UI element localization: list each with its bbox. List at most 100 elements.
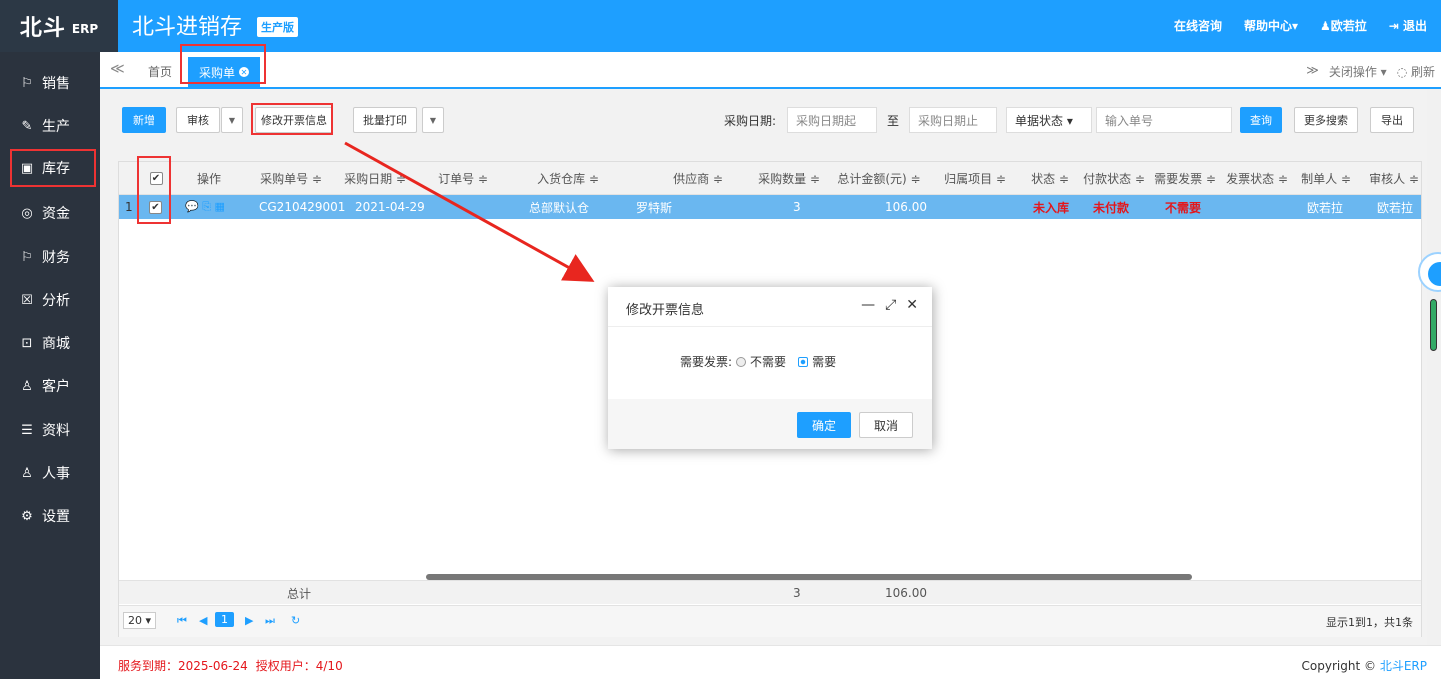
audit-dropdown-button[interactable]: ▼	[221, 107, 243, 133]
prev-page-icon[interactable]: ◀	[199, 614, 207, 627]
copyright: Copyright © 北斗ERP	[1302, 657, 1427, 674]
cell-auditor: 欧若拉	[1377, 200, 1414, 215]
sidebar-item-mall[interactable]: ⊡ 商城	[18, 330, 70, 356]
radio-need-invoice[interactable]	[798, 356, 809, 367]
top-links: 在线咨询 帮助中心▾ ♟欧若拉 ⇥ 退出	[1174, 17, 1427, 34]
online-consult-link[interactable]: 在线咨询	[1174, 17, 1222, 34]
col-auditor[interactable]: 审核人 ≑	[1367, 162, 1421, 195]
order-number-input[interactable]: 输入单号	[1096, 107, 1232, 133]
table-row[interactable]: 1 ✔ 💬 ⎘ ▦ CG210429001 2021-04-29 总部默认仓 罗…	[119, 195, 1421, 219]
audit-button[interactable]: 审核	[176, 107, 220, 133]
col-need-invoice[interactable]: 需要发票 ≑	[1151, 162, 1219, 195]
table-header: ✔ 操作 采购单号 ≑ 采购日期 ≑ 订单号 ≑ 入货仓库 ≑ 供应商 ≑ 采购…	[119, 162, 1421, 195]
current-page[interactable]: 1	[215, 612, 234, 627]
toolbar: 新增 审核 ▼ 修改开票信息 批量打印 ▼ 采购日期: 采购日期起 至 采购日期…	[100, 89, 1427, 149]
sidebar-item-data[interactable]: ☰ 资料	[18, 417, 70, 443]
batch-print-button[interactable]: 批量打印	[353, 107, 417, 133]
radio-no-invoice[interactable]	[736, 356, 747, 367]
sidebar-item-production[interactable]: ✎ 生产	[18, 113, 70, 139]
refresh-button[interactable]: ◌ 刷新	[1397, 63, 1435, 80]
confirm-button[interactable]: 确定	[797, 412, 851, 438]
sidebar-item-analysis[interactable]: ☒ 分析	[18, 287, 70, 313]
service-expiry: 服务到期：2025-06-24	[118, 659, 248, 673]
tab-bar: ≪ 首页 采购单 ✕ ≫ 关闭操作 ▾ ◌ 刷新	[100, 44, 1441, 89]
minimize-icon[interactable]: —	[861, 297, 875, 313]
sidebar-item-label: 人事	[42, 466, 70, 482]
scrollbar-thumb[interactable]	[1430, 299, 1437, 351]
cancel-button[interactable]: 取消	[859, 412, 913, 438]
dialog-title: 修改开票信息	[626, 303, 705, 318]
col-qty[interactable]: 采购数量 ≑	[749, 162, 829, 195]
radio-no-invoice-label[interactable]: 不需要	[750, 353, 786, 370]
row-action-icons[interactable]: 💬 ⎘ ▦	[185, 195, 225, 219]
col-order-no[interactable]: 采购单号 ≑	[249, 162, 333, 195]
sidebar-item-settings[interactable]: ⚙ 设置	[18, 503, 70, 529]
brand-link[interactable]: 北斗ERP	[1380, 659, 1427, 673]
page-size-select[interactable]: 20 ▾	[123, 612, 157, 629]
purchase-date-label: 采购日期:	[724, 114, 777, 128]
reload-icon[interactable]: ↻	[291, 614, 300, 627]
add-button[interactable]: 新增	[122, 107, 166, 133]
status-bar: 服务到期：2025-06-24 授权用户：4/10 Copyright © 北斗…	[100, 645, 1441, 679]
batch-print-dropdown-button[interactable]: ▼	[422, 107, 444, 133]
last-page-icon[interactable]: ⏭	[265, 614, 275, 628]
col-pay-status[interactable]: 付款状态 ≑	[1079, 162, 1149, 195]
first-page-icon[interactable]: ⏮	[177, 614, 187, 628]
edition-badge: 生产版	[257, 17, 298, 37]
export-button[interactable]: 导出	[1370, 107, 1414, 133]
col-supplier[interactable]: 供应商 ≑	[633, 162, 763, 195]
col-creator[interactable]: 制单人 ≑	[1297, 162, 1355, 195]
more-search-button[interactable]: 更多搜索	[1294, 107, 1358, 133]
cell-warehouse: 总部默认仓	[529, 200, 590, 215]
need-invoice-label: 需要发票:	[680, 355, 733, 369]
col-status[interactable]: 状态 ≑	[1023, 162, 1077, 195]
sidebar-item-inventory[interactable]: ▣ 库存	[10, 149, 96, 187]
sidebar-item-finance[interactable]: ⚐ 财务	[18, 244, 70, 270]
maximize-icon[interactable]: ⤢	[885, 297, 896, 313]
col-sales-order[interactable]: 订单号 ≑	[423, 162, 503, 195]
col-warehouse[interactable]: 入货仓库 ≑	[503, 162, 633, 195]
dialog-controls: — ⤢ ✕	[861, 297, 918, 313]
sidebar-item-sales[interactable]: ⚐ 销售	[18, 70, 70, 96]
close-operations-menu[interactable]: 关闭操作 ▾	[1329, 63, 1387, 80]
double-chevron-right-icon[interactable]: ≫	[1306, 63, 1319, 80]
help-center-menu[interactable]: 帮助中心▾	[1244, 17, 1298, 34]
sidebar-item-customers[interactable]: ♙ 客户	[18, 373, 70, 399]
box-icon: ▣	[20, 160, 34, 176]
cell-qty: 3	[793, 200, 801, 214]
sidebar-item-label: 生产	[42, 119, 70, 135]
cell-status: 未入库	[1033, 200, 1070, 215]
user-menu[interactable]: ♟欧若拉	[1320, 17, 1367, 34]
query-button[interactable]: 查询	[1240, 107, 1282, 133]
sidebar-item-hr[interactable]: ♙ 人事	[18, 460, 70, 486]
date-to-input[interactable]: 采购日期止	[909, 107, 997, 133]
close-icon[interactable]: ✕	[906, 297, 918, 313]
sidebar-item-label: 客户	[42, 379, 70, 395]
sidebar: ⚐ 销售 ✎ 生产 ▣ 库存 ◎ 资金 ⚐ 财务 ☒ 分析 ⊡ 商城 ♙ 客户 ☰ 资料 ♙ 人事 …	[0, 52, 100, 679]
doc-status-select[interactable]: 单据状态 ▾	[1006, 107, 1092, 133]
next-page-icon[interactable]: ▶	[245, 614, 253, 627]
logout-link[interactable]: ⇥ 退出	[1389, 17, 1427, 34]
coin-icon: ◎	[21, 205, 33, 221]
tab-home[interactable]: 首页	[148, 63, 172, 80]
footer-qty: 3	[793, 586, 801, 600]
cell-pay-status: 未付款	[1093, 200, 1130, 215]
double-chevron-left-icon[interactable]: ≪	[110, 61, 125, 77]
chart-icon: ☒	[21, 292, 33, 308]
col-date[interactable]: 采购日期 ≑	[335, 162, 415, 195]
cell-order-no: CG210429001	[259, 200, 346, 214]
col-project[interactable]: 归属项目 ≑	[933, 162, 1017, 195]
vertical-scrollbar[interactable]	[1427, 89, 1441, 645]
people-icon: ♙	[21, 465, 33, 481]
flag-icon: ⚐	[21, 249, 33, 265]
need-invoice-field: 需要发票: 不需要 需要	[680, 353, 836, 370]
sidebar-item-funds[interactable]: ◎ 资金	[18, 200, 70, 226]
col-invoice-status[interactable]: 发票状态 ≑	[1221, 162, 1293, 195]
radio-need-invoice-label[interactable]: 需要	[812, 353, 836, 370]
sidebar-item-label: 资料	[42, 423, 70, 439]
date-from-input[interactable]: 采购日期起	[787, 107, 877, 133]
sidebar-item-label: 分析	[42, 293, 70, 309]
col-amount[interactable]: 总计金额(元) ≑	[831, 162, 927, 195]
flag-icon: ⚐	[21, 75, 33, 91]
cell-creator: 欧若拉	[1307, 200, 1344, 215]
